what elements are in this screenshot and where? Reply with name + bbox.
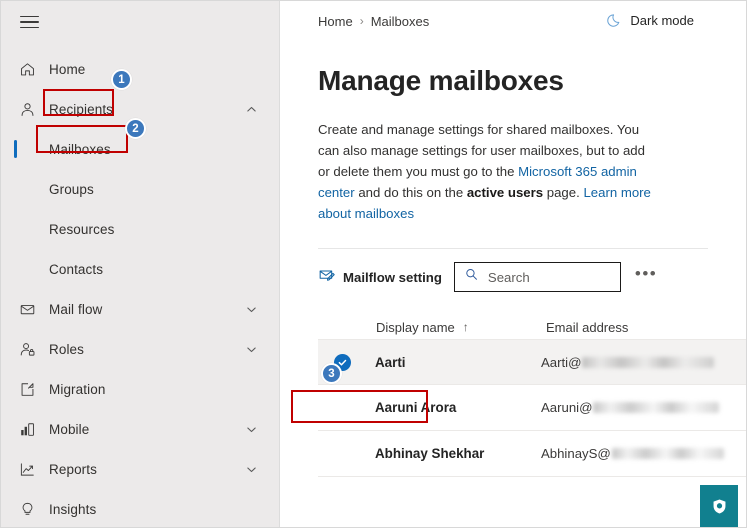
annotation-badge-2: 2 [125,118,146,139]
sidebar-item-label: Roles [49,341,85,357]
sidebar: Home Recipients Mailboxes Groups Resourc… [1,1,280,527]
description-text-2: and do this on the [354,185,467,200]
sort-ascending-icon[interactable]: ↑ [463,320,469,334]
cell-display-name: Abhinay Shekhar [375,446,485,461]
section-divider [318,248,708,249]
sidebar-item-label: Mailboxes [49,141,111,157]
ellipsis-icon[interactable]: ••• [635,265,657,285]
sidebar-item-label: Resources [49,221,115,237]
search-icon [464,267,479,287]
mailbox-table: Display name ↑ Email address Aarti Aarti… [280,315,746,477]
email-prefix: Aaruni@ [540,400,593,415]
page-description: Create and manage settings for shared ma… [318,119,654,224]
column-header-label: Display name [376,319,455,335]
sidebar-item-mobile[interactable]: Mobile [1,409,279,449]
cell-display-name: Aarti [375,354,406,370]
sidebar-item-mail-flow[interactable]: Mail flow [1,289,279,329]
envelope-icon [11,298,43,320]
sidebar-item-resources[interactable]: Resources [1,209,279,249]
annotation-badge-1: 1 [111,69,132,90]
hamburger-icon[interactable] [5,1,53,43]
mailflow-setting-label: Mailflow setting [343,269,442,285]
chevron-up-icon[interactable] [245,103,257,115]
bar-chart-icon [11,418,43,440]
table-row[interactable]: Aarti Aarti@ [318,339,746,385]
trend-line-icon [11,458,43,480]
column-header-label: Email address [546,319,629,335]
search-input[interactable]: Search [453,262,621,292]
person-lock-icon [11,338,43,360]
lightbulb-icon [11,498,43,520]
app-window: Home Recipients Mailboxes Groups Resourc… [0,0,747,528]
envelope-pen-icon [318,266,336,289]
sidebar-item-label: Mobile [49,421,90,437]
sidebar-item-contacts[interactable]: Contacts [1,249,279,289]
column-header-display-name[interactable]: Display name ↑ [376,320,546,335]
description-bold: active users [466,185,544,200]
page-title: Manage mailboxes [318,65,564,96]
person-icon [11,98,43,120]
migration-icon [11,378,43,400]
sidebar-item-home[interactable]: Home [1,49,279,89]
breadcrumb-current[interactable]: Mailboxes [371,14,430,29]
cell-email-address: Aaruni@ [541,400,746,415]
moon-icon [607,12,623,28]
toolbar: Mailflow setting Search ••• [280,261,746,293]
page-content: Manage mailboxes Create and manage setti… [280,65,746,224]
sidebar-item-label: Recipients [49,101,114,117]
mailflow-setting-button[interactable]: Mailflow setting [318,266,442,289]
dark-mode-toggle[interactable]: Dark mode [607,12,694,28]
email-prefix: Aarti@ [540,354,582,370]
chevron-down-icon[interactable] [245,423,257,435]
table-row[interactable]: Abhinay Shekhar AbhinayS@ [318,431,746,477]
sidebar-item-reports[interactable]: Reports [1,449,279,489]
cell-email-address: Aarti@ [541,355,746,370]
sidebar-item-label: Reports [49,461,97,477]
sidebar-item-migration[interactable]: Migration [1,369,279,409]
email-prefix: AbhinayS@ [540,446,611,461]
search-placeholder: Search [487,269,530,285]
breadcrumb-home[interactable]: Home [318,14,353,29]
dark-mode-label: Dark mode [630,12,694,28]
topbar: Home › Mailboxes Dark mode [280,1,746,41]
table-header-row: Display name ↑ Email address [318,315,746,339]
sidebar-item-label: Mail flow [49,301,103,317]
table-row[interactable]: Aaruni Arora Aaruni@ [318,385,746,431]
sidebar-item-label: Groups [49,181,94,197]
chevron-down-icon[interactable] [245,463,257,475]
breadcrumb-separator: › [359,14,364,28]
chevron-down-icon[interactable] [245,303,257,315]
main-content: Home › Mailboxes Dark mode Manage mailbo… [280,1,746,527]
column-header-email-address[interactable]: Email address [546,320,746,335]
email-redacted [593,402,720,413]
shield-support-icon [713,499,725,514]
sidebar-item-label: Home [49,61,86,77]
sidebar-item-label: Migration [49,381,106,397]
sidebar-item-roles[interactable]: Roles [1,329,279,369]
sidebar-item-groups[interactable]: Groups [1,169,279,209]
cell-email-address: AbhinayS@ [541,446,746,461]
annotation-badge-3: 3 [321,363,342,384]
sidebar-item-label: Insights [49,501,97,517]
support-badge-button[interactable] [700,485,738,527]
sidebar-item-insights[interactable]: Insights [1,489,279,527]
home-icon [11,58,43,80]
chevron-down-icon[interactable] [245,343,257,355]
sidebar-item-label: Contacts [49,261,104,277]
email-redacted [611,448,724,459]
active-indicator [14,140,17,158]
email-redacted [582,356,715,368]
description-text-3: page. [543,185,584,200]
cell-display-name: Aaruni Arora [375,400,457,415]
